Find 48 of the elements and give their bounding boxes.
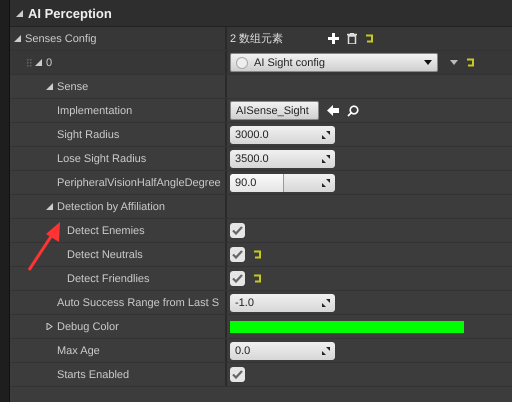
property-label: 0 — [46, 56, 52, 68]
expanded-triangle-icon[interactable] — [14, 35, 21, 42]
property-label: Detection by Affiliation — [57, 200, 166, 212]
expanded-triangle-icon[interactable] — [16, 10, 23, 16]
number-field[interactable]: -1.0 — [230, 294, 335, 312]
expanded-triangle-icon[interactable] — [46, 83, 53, 90]
property-label: Max Age — [57, 344, 100, 356]
panel-title: AI Perception — [28, 6, 112, 20]
drag-arrows-icon[interactable] — [322, 298, 330, 306]
config-dropdown[interactable]: AI Sight config — [230, 53, 438, 72]
caret-icon — [424, 60, 432, 65]
element-count: 2 数组元素 — [230, 32, 284, 46]
property-label: Sight Radius — [57, 128, 120, 140]
drag-arrows-icon[interactable] — [322, 130, 330, 138]
property-label: PeripheralVisionHalfAngleDegree — [57, 176, 221, 188]
expanded-triangle-icon[interactable] — [46, 203, 53, 210]
color-swatch[interactable] — [230, 320, 464, 332]
left-arrow-icon[interactable] — [327, 105, 339, 116]
drag-handle-icon[interactable] — [26, 58, 32, 68]
slider-field[interactable]: 90.0 — [230, 174, 335, 192]
trash-icon[interactable] — [347, 33, 357, 44]
class-dropdown[interactable]: AISense_Sight — [230, 101, 319, 120]
property-label: Detect Friendlies — [67, 272, 150, 284]
add-icon[interactable] — [328, 33, 339, 44]
checkbox[interactable] — [230, 247, 245, 262]
property-label: Senses Config — [25, 32, 97, 44]
checkbox[interactable] — [230, 367, 245, 382]
caret-icon[interactable] — [450, 60, 458, 65]
property-label: Sense — [57, 80, 88, 92]
checkbox[interactable] — [230, 223, 245, 238]
drag-arrows-icon[interactable] — [322, 178, 330, 186]
number-field[interactable]: 3000.0 — [230, 126, 335, 144]
number-field[interactable]: 0.0 — [230, 342, 335, 360]
property-label: Starts Enabled — [57, 368, 130, 380]
number-field[interactable]: 3500.0 — [230, 150, 335, 168]
drag-arrows-icon[interactable] — [322, 154, 330, 162]
property-label: Implementation — [57, 104, 132, 116]
collapsed-triangle-icon[interactable] — [46, 323, 53, 330]
property-label: Detect Neutrals — [67, 248, 143, 260]
checkbox[interactable] — [230, 271, 245, 286]
search-icon[interactable] — [347, 104, 359, 116]
property-label: Auto Success Range from Last S — [57, 296, 220, 308]
expanded-triangle-icon[interactable] — [35, 59, 42, 66]
drag-arrows-icon[interactable] — [322, 346, 330, 354]
property-label: Lose Sight Radius — [57, 152, 146, 164]
property-label: Detect Enemies — [67, 224, 145, 236]
circle-icon — [236, 56, 248, 68]
property-label: Debug Color — [57, 320, 119, 332]
